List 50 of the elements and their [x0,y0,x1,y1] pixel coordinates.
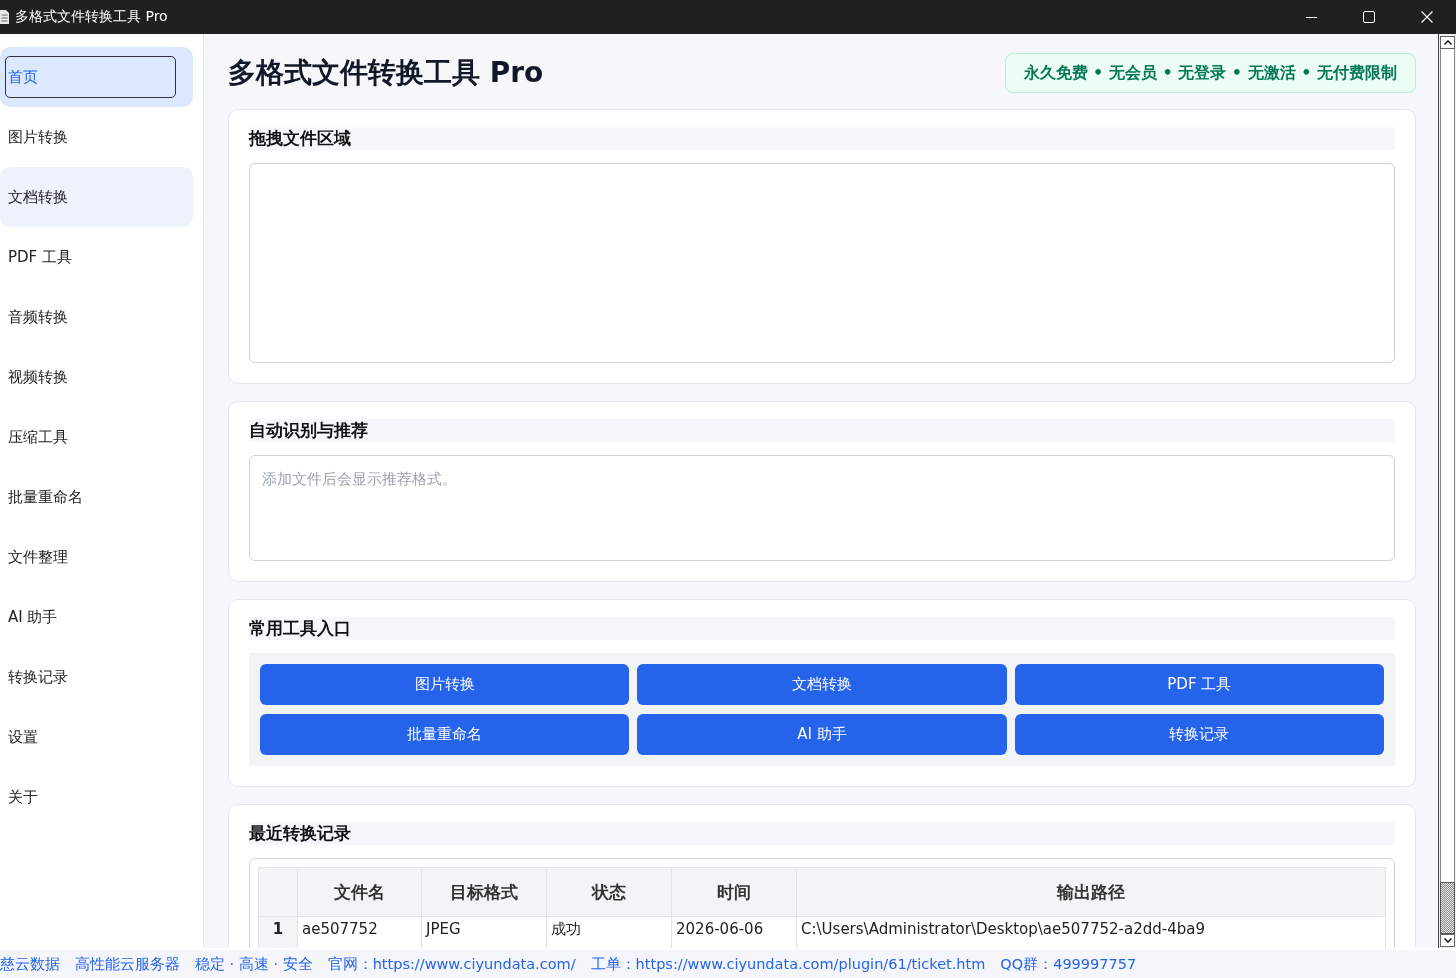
column-header: 状态 [546,867,672,917]
feature-badge: 永久免费 • 无会员 • 无登录 • 无激活 • 无付费限制 [1004,53,1416,93]
page-title: 多格式文件转换工具 Pro [228,55,544,91]
close-icon [1421,11,1433,23]
caret-up-icon [1443,40,1452,45]
section-header: 自动识别与推荐 [249,419,1395,442]
status-text: 高性能云服务器 [75,954,180,974]
scrollbar-track[interactable] [1438,34,1456,948]
column-header: 文件名 [297,867,422,917]
status-text: QQ群：499997757 [1000,954,1137,974]
sidebar-item[interactable]: 文件整理 [0,527,193,587]
section-header: 常用工具入口 [249,617,1395,640]
recommendation-field[interactable]: 添加文件后会显示推荐格式。 [249,455,1395,561]
status-text: 稳定 · 高速 · 安全 [195,954,313,974]
tool-button[interactable]: PDF 工具 [1014,664,1384,705]
tool-button[interactable]: AI 助手 [637,714,1007,755]
sidebar-item[interactable]: 关于 [0,767,193,827]
column-header: 输出路径 [796,867,1386,917]
scrollbar-thumb[interactable] [1440,882,1455,934]
sidebar-item[interactable]: PDF 工具 [0,227,193,287]
tool-button[interactable]: 转换记录 [1014,714,1384,755]
sidebar-item[interactable]: 图片转换 [0,107,193,167]
row-number: 1 [258,916,298,948]
column-header: 目标格式 [421,867,547,917]
status-text: 工单：https://www.ciyundata.com/plugin/61/ticket.htm [590,954,986,974]
maximize-icon [1363,11,1375,23]
sidebar-item[interactable]: AI 助手 [0,587,193,647]
column-header: 时间 [671,867,797,917]
section-header: 最近转换记录 [249,822,1395,845]
scroll-down-button[interactable] [1440,934,1455,947]
sidebar-item[interactable]: 设置 [0,707,193,767]
tool-button[interactable]: 批量重命名 [260,714,630,755]
tool-button[interactable]: 文档转换 [637,664,1007,705]
minimize-icon [1305,16,1317,18]
table-corner-cell [258,867,298,917]
section-header: 拖拽文件区域 [249,127,1395,150]
sidebar-item[interactable]: 压缩工具 [0,407,193,467]
status-text: 官网：https://www.ciyundata.com/ [327,954,576,974]
status-text: 慈云数据 [0,954,60,974]
scroll-up-button[interactable] [1440,36,1455,49]
sidebar-item[interactable]: 转换记录 [0,647,193,707]
tool-button[interactable]: 图片转换 [260,664,630,705]
sidebar-item[interactable]: 音频转换 [0,287,193,347]
window-title: 多格式文件转换工具 Pro [15,8,168,26]
caret-down-icon [1443,938,1452,943]
sidebar-item[interactable]: 视频转换 [0,347,193,407]
sidebar-item[interactable]: 首页 [0,47,193,107]
sidebar-item[interactable]: 批量重命名 [0,467,193,527]
sidebar-item[interactable]: 文档转换 [0,167,193,227]
document-icon [0,10,9,24]
